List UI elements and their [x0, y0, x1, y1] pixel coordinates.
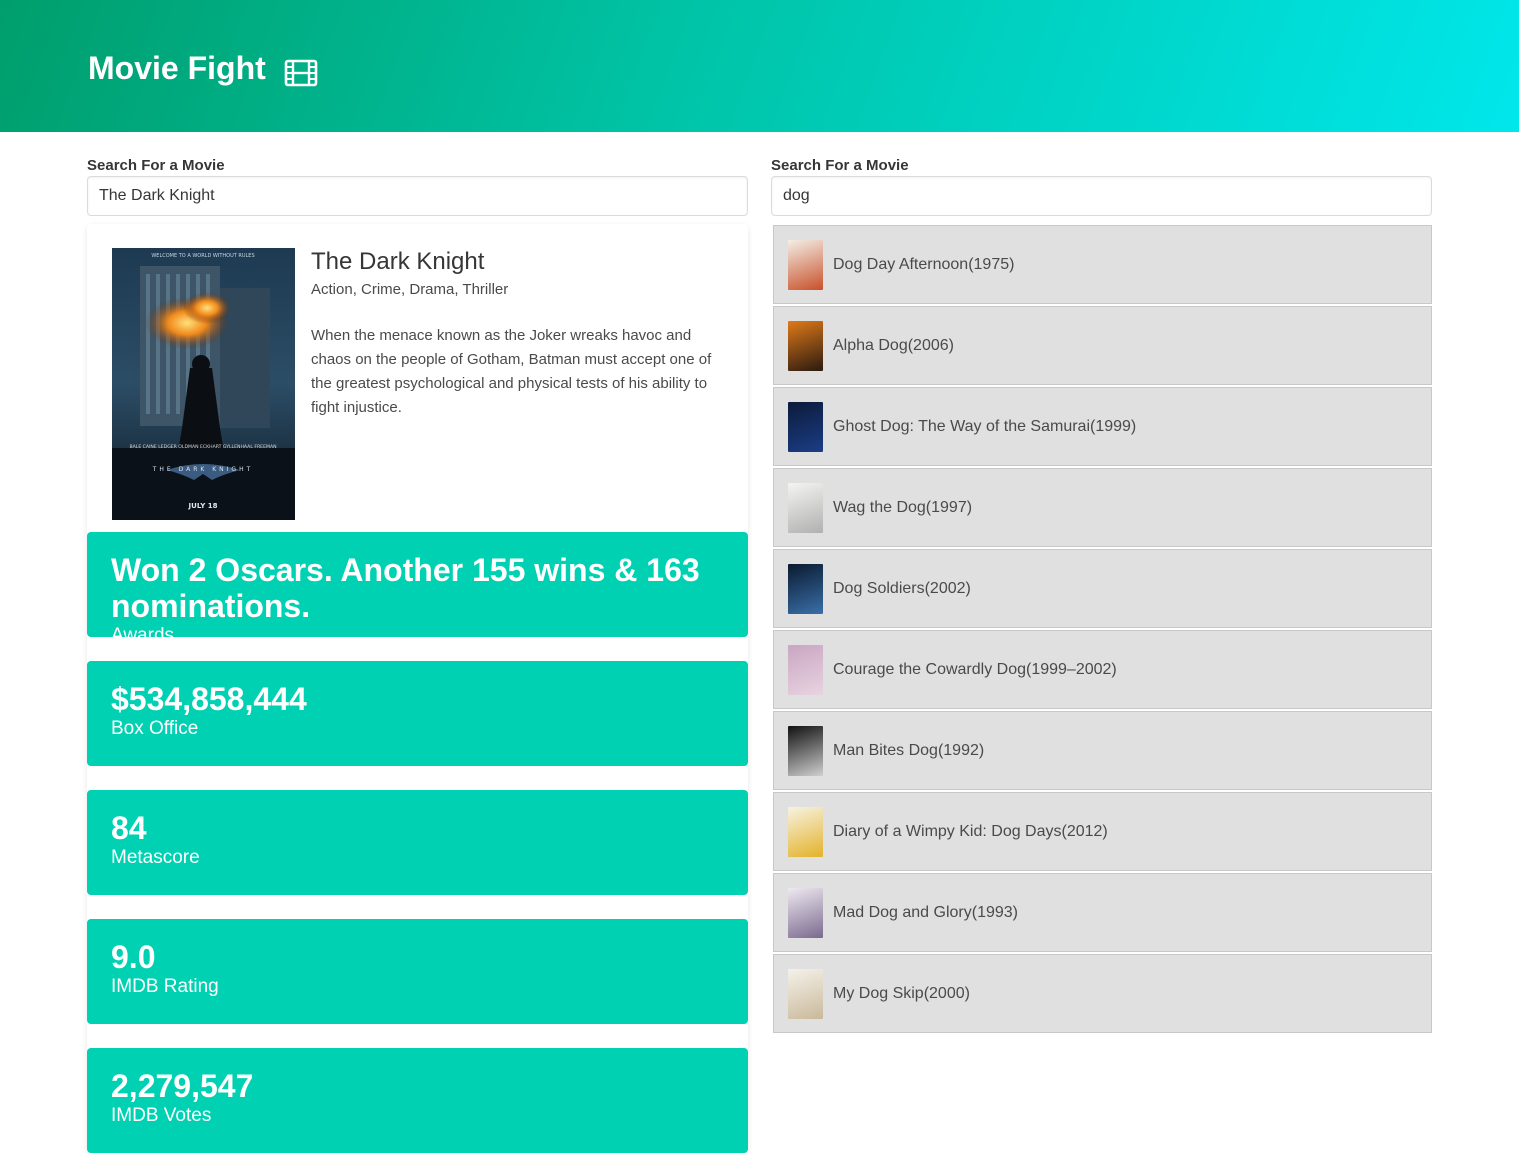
search-result-item[interactable]: Ghost Dog: The Way of the Samurai(1999) — [773, 387, 1432, 466]
film-icon — [284, 54, 318, 87]
search-result-item[interactable]: Courage the Cowardly Dog(1999–2002) — [773, 630, 1432, 709]
app-title: Movie Fight — [88, 46, 318, 90]
search-result-item[interactable]: My Dog Skip(2000) — [773, 954, 1432, 1033]
stat-value: 9.0 — [111, 939, 156, 975]
result-title: Diary of a Wimpy Kid: Dog Days(2012) — [833, 822, 1108, 840]
stat-value: 2,279,547 — [111, 1068, 254, 1104]
result-poster-thumbnail — [788, 968, 823, 1019]
poster-date: JULY 18 — [188, 502, 218, 510]
result-poster-thumbnail — [788, 644, 823, 695]
search-label-left: Search For a Movie — [87, 157, 225, 174]
result-title: My Dog Skip(2000) — [833, 984, 970, 1002]
search-input-right[interactable] — [771, 176, 1432, 216]
search-result-item[interactable]: Man Bites Dog(1992) — [773, 711, 1432, 790]
result-poster-thumbnail — [788, 563, 823, 614]
stat-imdb-votes: 2,279,547 IMDB Votes — [87, 1048, 748, 1153]
search-result-item[interactable]: Mad Dog and Glory(1993) — [773, 873, 1432, 952]
stat-value: 84 — [111, 810, 147, 846]
movie-plot: When the menace known as the Joker wreak… — [311, 327, 712, 416]
movie-genre: Action, Crime, Drama, Thriller — [311, 281, 509, 298]
result-poster-thumbnail — [788, 806, 823, 857]
search-result-item[interactable]: Dog Day Afternoon(1975) — [773, 225, 1432, 304]
search-results-dropdown: Dog Day Afternoon(1975) Alpha Dog(2006) Gh… — [773, 225, 1432, 1035]
result-poster-thumbnail — [788, 401, 823, 452]
stat-label: Box Office — [111, 718, 199, 739]
result-title: Alpha Dog(2006) — [833, 336, 954, 354]
stat-label: Metascore — [111, 847, 200, 868]
result-title: Wag the Dog(1997) — [833, 498, 973, 516]
result-poster-thumbnail — [788, 239, 823, 290]
result-poster-thumbnail — [788, 725, 823, 776]
search-result-item[interactable]: Wag the Dog(1997) — [773, 468, 1432, 547]
result-poster-thumbnail — [788, 482, 823, 533]
result-title: Mad Dog and Glory(1993) — [833, 903, 1018, 921]
search-result-item[interactable]: Alpha Dog(2006) — [773, 306, 1432, 385]
search-label-right: Search For a Movie — [771, 157, 909, 174]
search-result-item[interactable]: Diary of a Wimpy Kid: Dog Days(2012) — [773, 792, 1432, 871]
poster-tagline: WELCOME TO A WORLD WITHOUT RULES — [151, 253, 254, 259]
result-title: Courage the Cowardly Dog(1999–2002) — [833, 660, 1117, 678]
result-poster-thumbnail — [788, 320, 823, 371]
search-result-item[interactable]: Dog Soldiers(2002) — [773, 549, 1432, 628]
stat-metascore: 84 Metascore — [87, 790, 748, 895]
right-autocomplete: Search For a Movie Dog Day Afternoon(197… — [771, 156, 1432, 1033]
stat-value: $534,858,444 — [111, 681, 307, 717]
stat-label: IMDB Rating — [111, 976, 219, 997]
result-poster-thumbnail — [788, 887, 823, 938]
result-title: Dog Day Afternoon(1975) — [833, 255, 1015, 273]
poster-cast: BALE CAINE LEDGER OLDMAN ECKHART GYLLENH… — [129, 444, 276, 450]
stat-box-office: $534,858,444 Box Office — [87, 661, 748, 766]
hero-banner: Movie Fight — [0, 0, 1519, 132]
movie-poster: WELCOME TO A WORLD WITHOUT RULES BALE CA… — [112, 248, 295, 520]
app-title-text: Movie Fight — [88, 50, 266, 86]
result-title: Man Bites Dog(1992) — [833, 741, 985, 759]
stat-value: Won 2 Oscars. Another 155 wins & 163 nom… — [111, 552, 700, 624]
left-autocomplete: Search For a Movie The Dark Knight WELCO… — [87, 156, 748, 1153]
search-input-left[interactable] — [87, 176, 748, 216]
movie-title: The Dark Knight — [311, 248, 485, 275]
stat-awards: Won 2 Oscars. Another 155 wins & 163 nom… — [87, 532, 748, 637]
result-title: Dog Soldiers(2002) — [833, 579, 971, 597]
stat-label: Awards — [111, 625, 175, 637]
poster-logo-text: THE DARK KNIGHT — [152, 466, 254, 473]
stat-imdb-rating: 9.0 IMDB Rating — [87, 919, 748, 1024]
result-title: Ghost Dog: The Way of the Samurai(1999) — [833, 417, 1137, 435]
stat-label: IMDB Votes — [111, 1105, 212, 1126]
